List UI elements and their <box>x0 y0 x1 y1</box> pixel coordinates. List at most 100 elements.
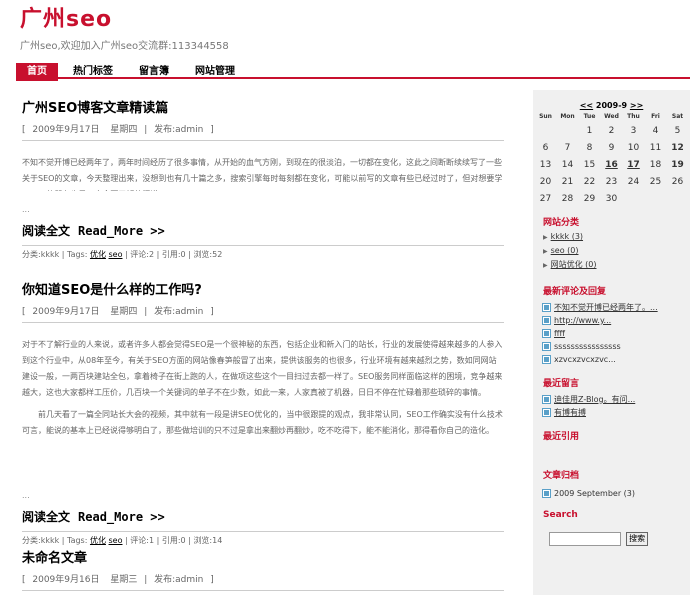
calendar-day[interactable]: 16 <box>601 156 623 173</box>
weekday-label: Fri <box>651 112 660 120</box>
post-title[interactable]: 广州SEO博客文章精读篇 <box>22 100 504 118</box>
category-item[interactable]: ▶ seo (0) <box>543 244 690 258</box>
arrow-icon: ▶ <box>543 248 548 255</box>
post-category[interactable]: 分类:kkkk <box>22 250 59 259</box>
weekday-label: Tue <box>583 112 596 120</box>
post-body: 不知不觉开博已经两年了，两年时间经历了很多事情，从开始的血气方刚，到现在的很淡泊… <box>22 155 504 191</box>
calendar-day: 15 <box>583 159 596 170</box>
bullet-icon <box>542 355 551 364</box>
post-weekday: 星期三 <box>110 575 138 585</box>
bullet-icon <box>542 303 551 312</box>
calendar-day: 8 <box>586 142 593 153</box>
bullet-icon <box>542 342 551 351</box>
calendar-day: 18 <box>649 159 662 170</box>
calendar-day: 30 <box>605 193 618 204</box>
comment-link[interactable]: 不知不觉开博已经两年了。... <box>554 303 658 312</box>
tag-link[interactable]: seo <box>109 536 123 545</box>
calendar-month: 2009-9 <box>595 101 628 110</box>
calendar-day: 1 <box>586 125 593 136</box>
post-paragraph: 不知不觉开博已经两年了，两年时间经历了很多事情，从开始的血气方刚，到现在的很淡泊… <box>22 158 503 191</box>
category-link[interactable]: kkkk (3) <box>551 232 583 241</box>
arrow-icon: ▶ <box>543 262 548 269</box>
calendar-empty-cell <box>623 190 645 207</box>
comment-item[interactable]: 不知不觉开博已经两年了。... <box>542 301 690 314</box>
category-item[interactable]: ▶ 网站优化 (0) <box>543 258 690 272</box>
comment-count[interactable]: 评论:2 <box>130 250 154 259</box>
nav-home[interactable]: 首页 <box>16 63 58 81</box>
post-author: 发布:admin <box>154 575 204 585</box>
comment-link[interactable]: ffff <box>554 329 565 338</box>
calendar-week: 6 7 8 9 10 11 12 <box>535 139 689 156</box>
tag-link[interactable]: 优化 <box>90 250 106 259</box>
site-title[interactable]: 广州seo <box>20 6 229 34</box>
post-meta: [ 2009年9月17日 星期四 | 发布:admin ] <box>22 304 504 323</box>
post-title[interactable]: 你知道SEO是什么样的工作吗? <box>22 282 504 300</box>
category-link[interactable]: 网站优化 (0) <box>551 260 597 269</box>
calendar-empty-cell <box>557 122 579 139</box>
search-input[interactable] <box>549 531 621 546</box>
calendar-day: 13 <box>539 159 552 170</box>
tag-link[interactable]: 优化 <box>90 536 106 545</box>
calendar-day: 27 <box>539 193 552 204</box>
comment-count[interactable]: 评论:1 <box>130 536 154 545</box>
category-link[interactable]: seo (0) <box>551 246 579 255</box>
read-more-label: 阅读全文 <box>22 224 71 238</box>
trackback-count: 引用:0 <box>161 536 186 545</box>
calendar-day: 3 <box>630 125 637 136</box>
read-more-link[interactable]: 阅读全文 Read_More >> <box>22 508 504 525</box>
calendar-day: 10 <box>627 142 640 153</box>
tags-label: Tags: <box>67 536 88 545</box>
nav-hot-tags[interactable]: 热门标签 <box>62 63 124 81</box>
tag-link[interactable]: seo <box>109 250 123 259</box>
nav-admin[interactable]: 网站管理 <box>184 63 246 81</box>
comment-item[interactable]: ssssssssssssssss <box>542 340 690 353</box>
nav-guestbook[interactable]: 留言簿 <box>128 63 180 81</box>
calendar-day: 28 <box>561 193 574 204</box>
site-header: 广州seo 广州seo,欢迎加入广州seo交流群:113344558 <box>20 6 229 52</box>
comment-text: ssssssssssssssss <box>554 342 621 351</box>
comment-link[interactable]: http://www.y... <box>554 316 611 325</box>
guestbook-heading: 最近留言 <box>543 379 580 389</box>
calendar-day: 6 <box>542 142 549 153</box>
search-button[interactable]: 搜索 <box>626 531 649 546</box>
category-item[interactable]: ▶ kkkk (3) <box>543 230 690 244</box>
read-more-link[interactable]: 阅读全文 Read_More >> <box>22 222 504 239</box>
archive-link[interactable]: 2009 September (3) <box>554 489 635 498</box>
calendar-day: 19 <box>671 159 684 170</box>
comment-list: 不知不觉开博已经两年了。... http://www.y... ffff sss… <box>542 301 690 366</box>
trackback-count: 引用:0 <box>161 250 186 259</box>
calendar-day: 20 <box>539 176 552 187</box>
post-paragraph: 前几天看了一篇全同站长大会的视频，其中就有一段是讲SEO优化的，当中很跟提的观点… <box>22 410 503 435</box>
calendar-week: 1 2 3 4 5 <box>535 122 689 139</box>
guestbook-list: 迪佳用Z-Blog。有问... 有博有搏 <box>542 393 690 419</box>
calendar-day-link[interactable]: 17 <box>627 160 640 170</box>
calendar-week: 20 21 22 23 24 25 26 <box>535 173 689 190</box>
post-title[interactable]: 未命名文章 <box>22 550 504 568</box>
post-list: 广州SEO博客文章精读篇 [ 2009年9月17日 星期四 | 发布:admin… <box>22 100 504 591</box>
post-meta: [ 2009年9月16日 星期三 | 发布:admin ] <box>22 572 504 591</box>
guestbook-item[interactable]: 有博有搏 <box>542 406 690 419</box>
calendar-day-link[interactable]: 16 <box>605 160 618 170</box>
calendar: Sun Mon Tue Wed Thu Fri Sat 1 2 3 4 5 6 7 8 9 10 1… <box>535 110 689 207</box>
calendar-day[interactable]: 17 <box>623 156 645 173</box>
calendar-prev-link[interactable]: << <box>580 101 593 110</box>
calendar-weekdays: Sun Mon Tue Wed Thu Fri Sat <box>535 110 689 122</box>
calendar-day: 5 <box>674 125 681 136</box>
post-category[interactable]: 分类:kkkk <box>22 536 59 545</box>
calendar-day: 14 <box>561 159 574 170</box>
weekday-label: Wed <box>604 112 619 120</box>
post: 广州SEO博客文章精读篇 [ 2009年9月17日 星期四 | 发布:admin… <box>22 100 504 280</box>
comment-item[interactable]: ffff <box>542 327 690 340</box>
post-date: 2009年9月17日 <box>32 307 100 317</box>
guestbook-link[interactable]: 迪佳用Z-Blog。有问... <box>554 395 635 404</box>
calendar-next-link[interactable]: >> <box>630 101 643 110</box>
bullet-icon <box>542 408 551 417</box>
archives-heading: 文章归档 <box>543 471 580 481</box>
arrow-icon: ▶ <box>543 234 548 241</box>
comment-item[interactable]: http://www.y... <box>542 314 690 327</box>
guestbook-item[interactable]: 迪佳用Z-Blog。有问... <box>542 393 690 406</box>
weekday-label: Thu <box>627 112 640 120</box>
comment-item[interactable]: xzvcxzvcxzvc... <box>542 353 690 366</box>
guestbook-link[interactable]: 有博有搏 <box>554 408 586 417</box>
archive-item[interactable]: 2009 September (3) <box>542 487 690 500</box>
